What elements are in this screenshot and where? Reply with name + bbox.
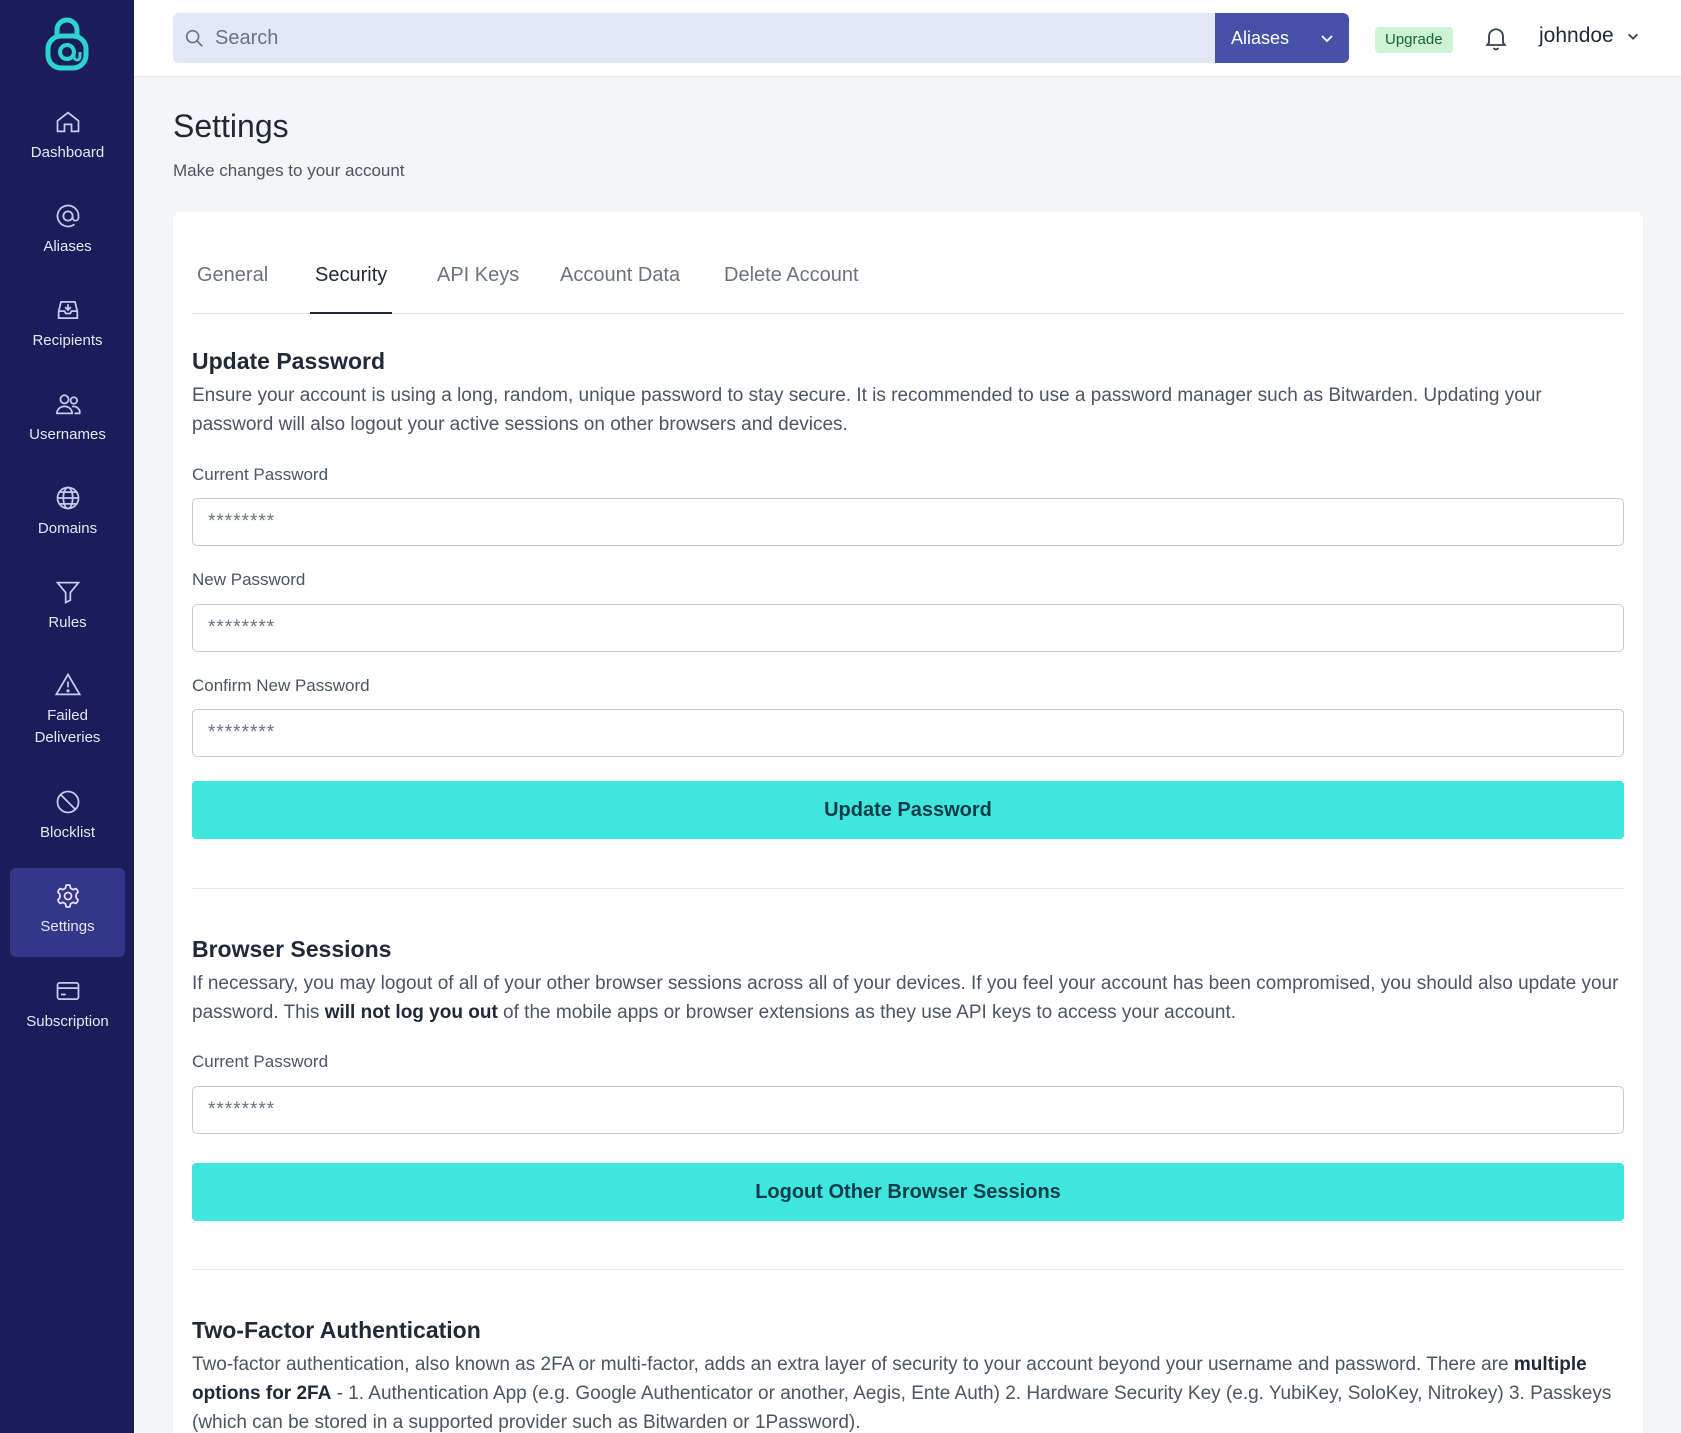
user-menu[interactable]: johndoe <box>1539 24 1640 48</box>
tab-delete-account[interactable]: Delete Account <box>719 238 864 314</box>
warning-icon <box>54 672 81 696</box>
sessions-current-password-field[interactable] <box>192 1086 1624 1134</box>
settings-tabs: General Security API Keys Account Data D… <box>192 238 1624 314</box>
sidebar-item-aliases[interactable]: Aliases <box>10 202 125 266</box>
confirm-password-field[interactable] <box>192 709 1624 757</box>
users-icon <box>55 394 81 415</box>
sidebar-item-usernames[interactable]: Usernames <box>10 390 125 454</box>
sidebar-item-label: Blocklist <box>39 824 95 841</box>
search-input[interactable] <box>215 26 1165 50</box>
tab-security[interactable]: Security <box>310 238 393 314</box>
tab-general[interactable]: General <box>192 238 273 314</box>
at-sign-icon <box>56 204 79 228</box>
sidebar-item-settings[interactable]: Settings <box>10 868 125 957</box>
sidebar-item-label: Dashboard <box>30 144 105 161</box>
sidebar-item-subscription[interactable]: Subscription <box>10 977 125 1041</box>
sidebar-item-label: Aliases <box>43 238 92 255</box>
page-subtitle: Make changes to your account <box>173 161 405 180</box>
sidebar-item-label: Domains <box>37 520 98 537</box>
sidebar-item-label-line2: Deliveries <box>34 729 101 746</box>
update-password-button[interactable]: Update Password <box>192 781 1624 839</box>
upgrade-badge[interactable]: Upgrade <box>1375 27 1453 53</box>
search-icon <box>185 29 203 47</box>
sidebar-item-domains[interactable]: Domains <box>10 484 125 548</box>
topbar: Aliases Upgrade johndoe <box>134 0 1681 77</box>
new-password-label: New Password <box>192 570 306 589</box>
confirm-password-label: Confirm New Password <box>192 676 370 695</box>
tab-api-keys[interactable]: API Keys <box>432 238 524 314</box>
logout-other-sessions-button[interactable]: Logout Other Browser Sessions <box>192 1163 1624 1221</box>
browser-sessions-title: Browser Sessions <box>192 936 392 962</box>
sidebar-item-blocklist[interactable]: Blocklist <box>10 788 125 852</box>
chevron-down-icon <box>1627 33 1638 40</box>
bell-icon[interactable] <box>1482 24 1510 52</box>
update-password-title: Update Password <box>192 348 385 374</box>
settings-card: General Security API Keys Account Data D… <box>173 212 1643 1433</box>
inbox-icon <box>57 300 78 320</box>
sessions-current-password-label: Current Password <box>192 1052 329 1071</box>
filter-icon <box>55 581 80 604</box>
section-divider <box>192 888 1624 889</box>
current-password-field[interactable] <box>192 498 1624 546</box>
section-divider <box>192 1269 1624 1270</box>
app-logo-icon[interactable] <box>44 16 90 72</box>
sidebar-item-dashboard[interactable]: Dashboard <box>10 108 125 172</box>
current-password-label: Current Password <box>192 465 329 484</box>
sidebar-item-label: Subscription <box>26 1013 109 1030</box>
globe-icon <box>56 486 79 510</box>
sidebar-item-label: Rules <box>48 614 87 631</box>
gear-icon <box>56 884 79 908</box>
ban-icon <box>56 790 79 814</box>
search-scope-label: Aliases <box>1231 27 1290 48</box>
sidebar-item-label: Failed <box>47 707 88 724</box>
browser-sessions-description: If necessary, you may logout of all of y… <box>192 973 1619 1023</box>
chevron-down-icon <box>1321 35 1333 43</box>
search-scope-select[interactable]: Aliases <box>1215 13 1349 63</box>
sidebar-item-failed-deliveries[interactable]: Failed Deliveries <box>10 671 125 757</box>
sidebar-item-recipients[interactable]: Recipients <box>10 296 125 360</box>
sidebar-item-label: Recipients <box>32 332 103 349</box>
sidebar-item-rules[interactable]: Rules <box>10 578 125 642</box>
home-icon <box>56 111 79 133</box>
tab-account-data[interactable]: Account Data <box>555 238 685 314</box>
two-factor-description: Two-factor authentication, also known as… <box>192 1354 1612 1433</box>
sidebar-item-label: Settings <box>40 918 95 935</box>
sidebar: Dashboard Aliases Recipients Usernames D… <box>0 0 134 1433</box>
sidebar-item-label: Usernames <box>29 426 106 443</box>
username: johndoe <box>1539 24 1614 47</box>
update-password-description: Ensure your account is using a long, ran… <box>192 385 1542 435</box>
page-title: Settings <box>173 108 289 144</box>
two-factor-title: Two-Factor Authentication <box>192 1317 481 1343</box>
search-bar <box>173 13 1216 63</box>
new-password-field[interactable] <box>192 604 1624 652</box>
credit-card-icon <box>56 981 79 1001</box>
